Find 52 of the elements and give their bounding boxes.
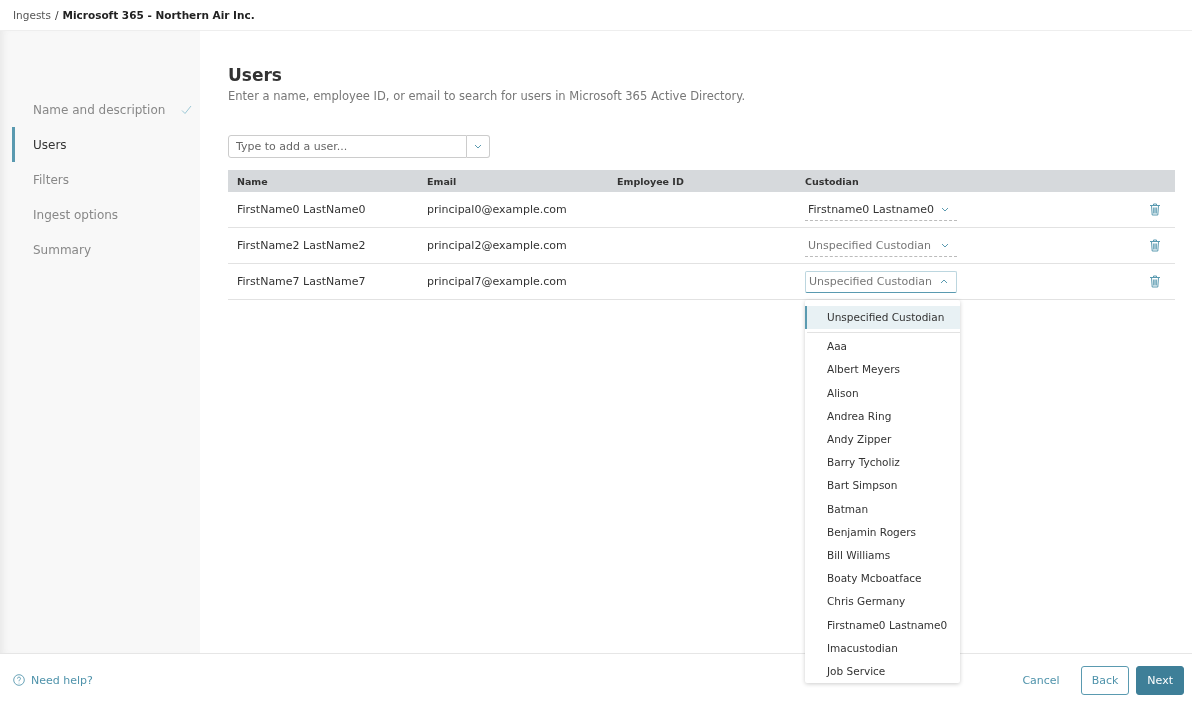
page-title: Microsoft 365 - Northern Air Inc. bbox=[62, 9, 255, 21]
column-header: Employee ID bbox=[617, 175, 685, 187]
custodian-dropdown[interactable]: Unspecified Custodian bbox=[805, 234, 957, 257]
menu-item[interactable]: Imacustodian bbox=[805, 636, 960, 660]
menu-item[interactable]: Chris Germany bbox=[805, 589, 960, 613]
chevron-down-icon bbox=[941, 242, 949, 248]
column-header: Name bbox=[237, 175, 269, 187]
menu-item[interactable]: Barry Tycholiz bbox=[805, 450, 960, 474]
step-item[interactable]: Filters bbox=[12, 162, 200, 197]
menu-item[interactable]: Batman bbox=[805, 497, 960, 521]
column-header: Custodian bbox=[805, 175, 860, 187]
table-cell-text: FirstName0 LastName0 bbox=[237, 203, 367, 216]
table-cell-text: FirstName2 LastName2 bbox=[237, 239, 367, 252]
chevron-down-icon bbox=[474, 144, 482, 149]
menu-item[interactable]: Bill Williams bbox=[805, 543, 960, 567]
help-icon bbox=[13, 674, 25, 686]
cancel-link[interactable]: Cancel bbox=[1012, 665, 1070, 695]
table-cell-text: principal7@example.com bbox=[427, 275, 568, 288]
step-item[interactable]: Users bbox=[12, 127, 200, 162]
table-cell-text: principal2@example.com bbox=[427, 239, 568, 252]
column-header: Email bbox=[427, 175, 458, 187]
step-item[interactable]: Ingest options bbox=[12, 197, 200, 232]
trash-icon[interactable] bbox=[1149, 239, 1161, 252]
menu-item[interactable]: Bart Simpson bbox=[805, 473, 960, 497]
step-item[interactable]: Summary bbox=[12, 232, 200, 267]
menu-item[interactable]: Alison bbox=[805, 381, 960, 405]
chevron-up-icon bbox=[940, 279, 948, 284]
menu-item[interactable]: Andrea Ring bbox=[805, 404, 960, 428]
menu-item[interactable]: Aaa bbox=[805, 334, 960, 358]
chevron-down-icon bbox=[941, 206, 949, 212]
menu-item[interactable]: Benjamin Rogers bbox=[805, 520, 960, 544]
footer-button[interactable]: Back bbox=[1080, 665, 1130, 695]
custodian-dropdown[interactable]: Firstname0 Lastname0 bbox=[805, 198, 957, 221]
menu-item[interactable]: Boaty Mcboatface bbox=[805, 566, 960, 590]
trash-icon[interactable] bbox=[1149, 203, 1161, 216]
help-link[interactable]: Need help? bbox=[13, 673, 93, 687]
section-description: Enter a name, employee ID, or email to search for users in Microsoft 365 Active Directory. bbox=[228, 89, 747, 103]
custodian-dropdown[interactable]: Unspecified Custodian bbox=[805, 270, 957, 293]
trash-icon[interactable] bbox=[1149, 275, 1161, 288]
table-cell-text: FirstName7 LastName7 bbox=[237, 275, 367, 288]
check-icon bbox=[181, 104, 193, 115]
footer-button[interactable]: Next bbox=[1136, 665, 1184, 695]
menu-item[interactable]: Firstname0 Lastname0 bbox=[805, 612, 960, 637]
breadcrumb-link[interactable]: Ingests bbox=[13, 9, 51, 21]
section-heading: Users bbox=[228, 65, 283, 85]
menu-item[interactable]: Job Service bbox=[805, 659, 960, 683]
table-cell-text: principal0@example.com bbox=[427, 203, 568, 216]
menu-item[interactable]: Andy Zipper bbox=[805, 427, 960, 451]
user-search-field[interactable]: Type to add a user... bbox=[228, 135, 467, 158]
menu-item[interactable]: Albert Meyers bbox=[805, 357, 960, 382]
dropdown-toggle-button[interactable] bbox=[467, 135, 490, 158]
breadcrumb-separator: / bbox=[54, 9, 59, 21]
